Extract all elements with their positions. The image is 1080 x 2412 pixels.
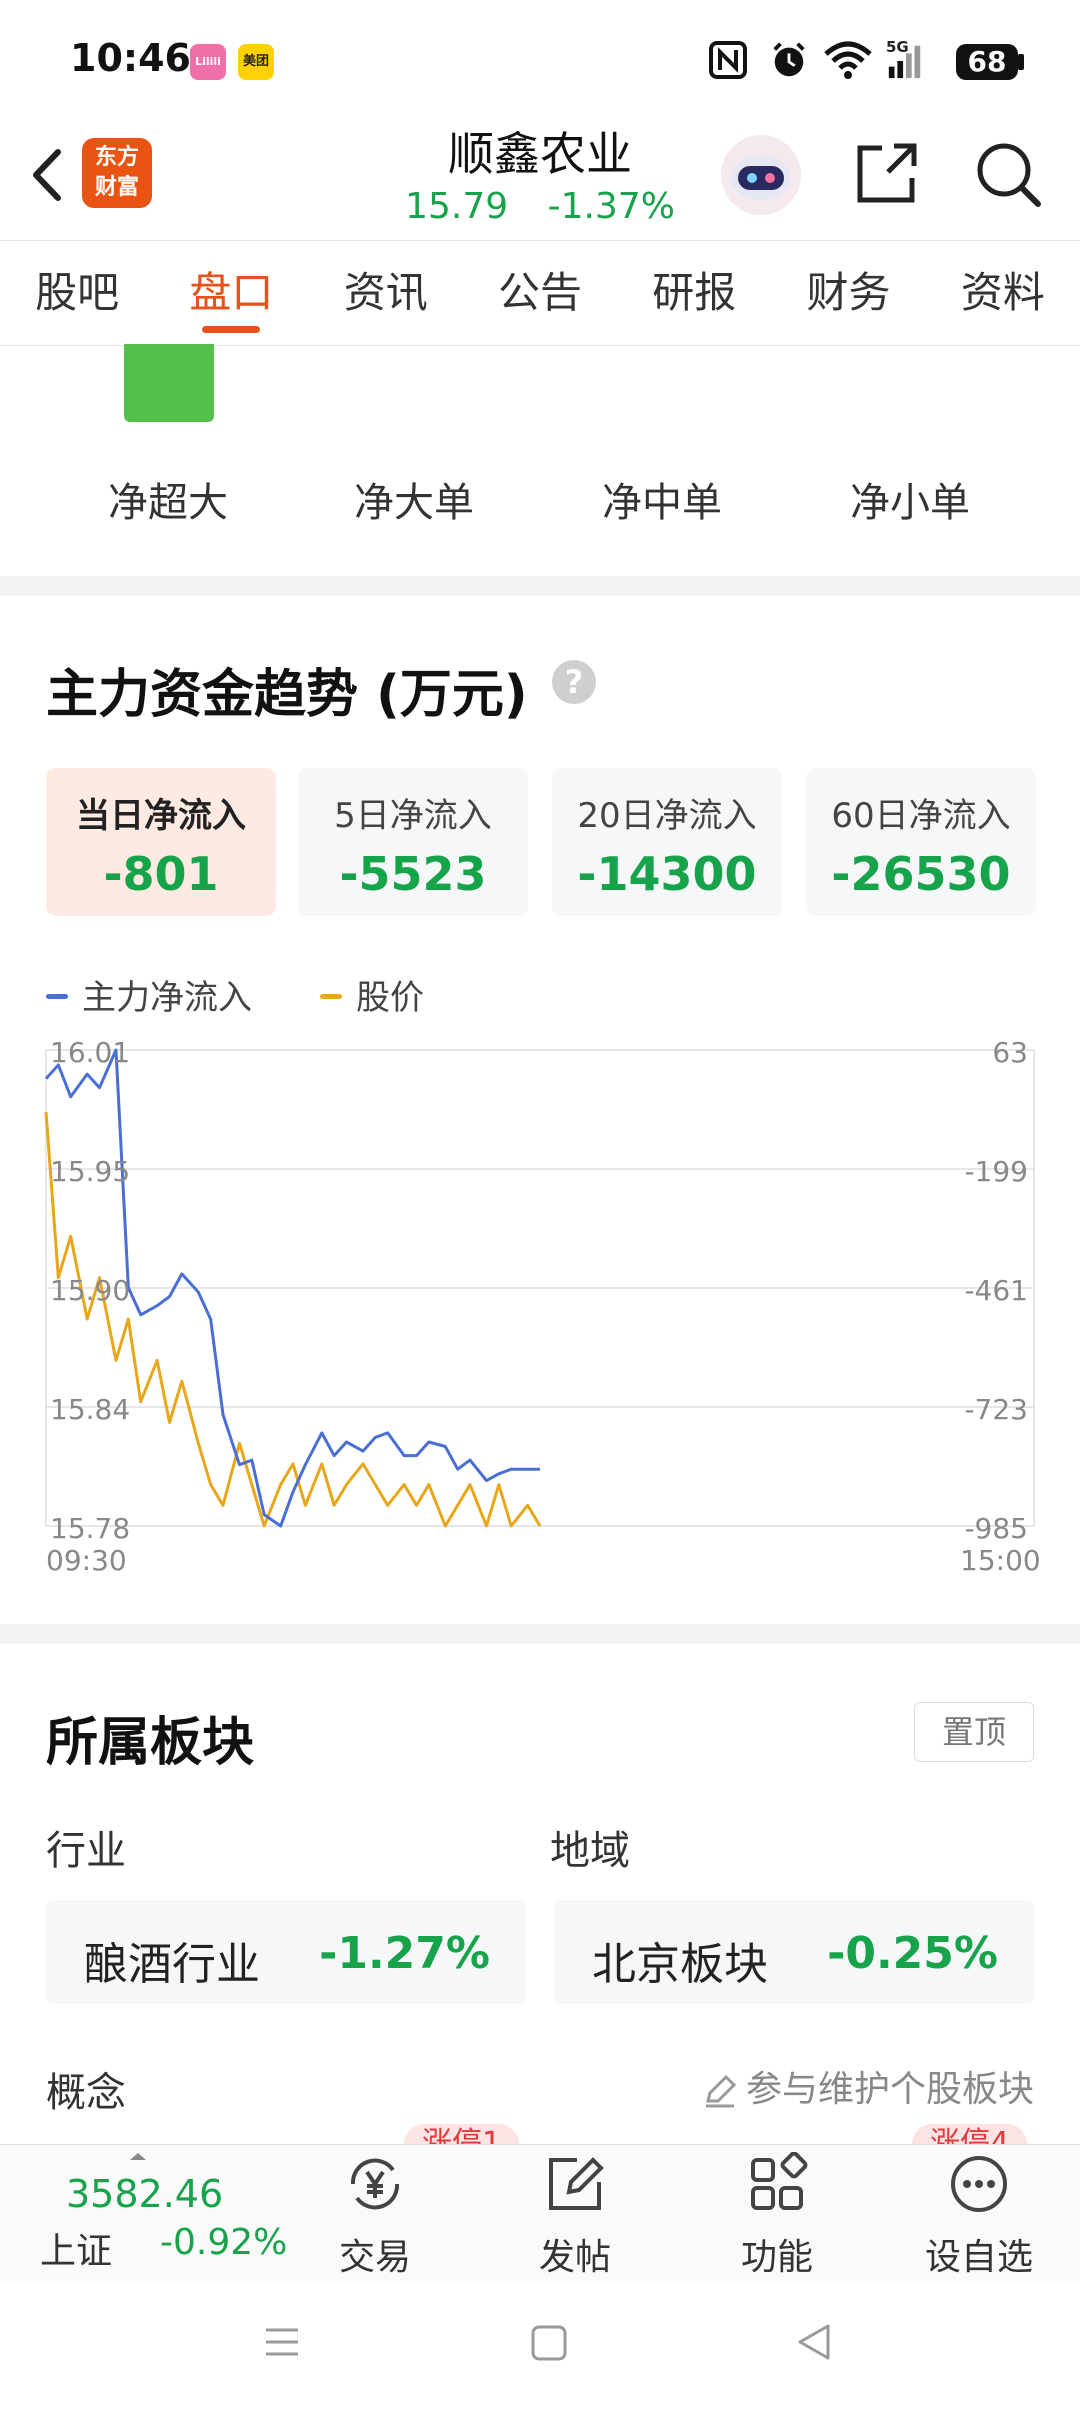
legend-label: 股价 (356, 978, 424, 1018)
help-icon[interactable]: ? (552, 660, 596, 704)
x-tick-start: 09:30 (46, 1544, 127, 1577)
yen-trade-icon (350, 2158, 400, 2210)
sh-index-name: 上证 (40, 2231, 113, 2272)
y-left-tick: 15.78 (50, 1512, 130, 1545)
region-sector-card[interactable]: 北京板块 -0.25% (554, 1900, 1034, 2004)
nav-functions-label: 功能 (740, 2237, 813, 2278)
wifi-icon (824, 41, 872, 79)
nav-post-label: 发帖 (538, 2237, 611, 2278)
nav-trade[interactable]: 交易 (300, 2152, 450, 2280)
period-label: 当日净流入 (76, 796, 246, 836)
system-back-icon[interactable] (794, 2322, 834, 2362)
industry-name: 酿酒行业 (84, 1939, 260, 1990)
signal-icon (888, 45, 921, 79)
battery-icon: 68 (956, 44, 1018, 80)
industry-sector-card[interactable]: 酿酒行业 -1.27% (46, 1900, 526, 2004)
period-card-today[interactable]: 当日净流入 -801 (46, 768, 276, 916)
legend-swatch-blue (46, 994, 68, 999)
pin-top-button[interactable]: 置顶 (914, 1702, 1034, 1762)
grid-apps-icon (751, 2151, 808, 2210)
main-flow-title: 主力资金趋势 (万元) (46, 665, 528, 725)
nav-functions[interactable]: 功能 (702, 2151, 852, 2280)
tab-profile[interactable]: 资料 (926, 241, 1080, 345)
nfc-icon (709, 41, 747, 79)
section-divider (0, 1624, 1080, 1644)
industry-label: 行业 (46, 1828, 126, 1874)
tab-research[interactable]: 研报 (617, 241, 771, 345)
y-left-tick: 15.84 (50, 1393, 130, 1426)
period-card-5d[interactable]: 5日净流入 -5523 (298, 768, 528, 916)
legend-label: 主力净流入 (82, 978, 252, 1018)
legend-main-flow: 主力净流入 (46, 970, 252, 1019)
flow-label-large: 净大单 (354, 480, 474, 526)
edit-pencil-icon (705, 2074, 737, 2108)
menu-icon[interactable] (262, 2322, 302, 2362)
y-right-tick: -723 (964, 1393, 1028, 1426)
flow-trend-chart: 16.01 63 15.95 -199 15.90 -461 15.84 -723 15.78 -… (44, 1036, 1035, 1545)
y-right-tick: -985 (964, 1512, 1028, 1545)
super-large-flow-bar (124, 344, 214, 422)
maintain-sectors-link[interactable]: 参与维护个股板块 (702, 2060, 1034, 2112)
nav-add-watchlist[interactable]: 设自选 (904, 2152, 1054, 2280)
region-change: -0.25% (827, 1928, 998, 1979)
tab-finance[interactable]: 财务 (771, 241, 925, 345)
concept-label: 概念 (46, 2070, 126, 2116)
y-left-tick: 15.90 (50, 1274, 130, 1307)
legend-price: 股价 (320, 970, 424, 1019)
x-tick-end: 15:00 (960, 1544, 1041, 1577)
period-label: 5日净流入 (334, 796, 492, 836)
share-icon[interactable] (852, 140, 920, 208)
sh-index-value[interactable]: 3582.46 (66, 2172, 223, 2216)
y-right-tick: -461 (964, 1274, 1028, 1307)
sectors-title: 所属板块 (46, 1713, 255, 1773)
y-left-tick: 15.95 (50, 1155, 130, 1188)
meituan-notification-icon: 美团 (238, 44, 274, 80)
tab-bar: 股吧 盘口 资讯 公告 研报 财务 资料 (0, 240, 1080, 346)
nav-trade-label: 交易 (338, 2237, 411, 2278)
nav-post[interactable]: 发帖 (500, 2152, 650, 2280)
nav-add-watchlist-label: 设自选 (924, 2237, 1033, 2278)
sh-index-change: -0.92% (160, 2222, 288, 2263)
tab-announcements[interactable]: 公告 (463, 241, 617, 345)
more-dots-icon (951, 2156, 1007, 2212)
period-value: -26530 (831, 847, 1011, 901)
flow-label-medium: 净中单 (602, 480, 722, 526)
period-value: -14300 (577, 847, 757, 901)
period-card-20d[interactable]: 20日净流入 -14300 (552, 768, 782, 916)
period-value: -801 (103, 847, 219, 901)
status-time: 10:46 (70, 36, 191, 80)
y-left-tick: 16.01 (50, 1036, 130, 1069)
stock-price: 15.79 (405, 186, 509, 227)
period-card-60d[interactable]: 60日净流入 -26530 (806, 768, 1036, 916)
tab-news[interactable]: 资讯 (309, 241, 463, 345)
section-divider (0, 576, 1080, 596)
maintain-label: 参与维护个股板块 (745, 2069, 1034, 2110)
industry-change: -1.27% (319, 1928, 490, 1979)
battery-level: 68 (967, 45, 1007, 78)
home-icon[interactable] (530, 2324, 568, 2362)
period-label: 20日净流入 (577, 796, 757, 836)
app-notification-icon: Lilili (190, 44, 226, 80)
system-nav-bar (0, 2282, 1080, 2412)
period-value: -5523 (339, 847, 487, 901)
region-label: 地域 (550, 1828, 630, 1874)
robot-assistant-icon[interactable] (716, 130, 806, 220)
tab-pankou[interactable]: 盘口 (154, 241, 308, 345)
expand-up-icon[interactable] (128, 2150, 148, 2162)
y-right-tick: 63 (992, 1036, 1028, 1069)
legend-swatch-orange (320, 994, 342, 999)
flow-label-super-large: 净超大 (108, 480, 228, 526)
region-name: 北京板块 (592, 1939, 768, 1990)
stock-change: -1.37% (547, 186, 675, 227)
tab-guba[interactable]: 股吧 (0, 241, 154, 345)
period-label: 60日净流入 (831, 796, 1011, 836)
edit-post-icon (549, 2157, 604, 2210)
alarm-icon (773, 42, 805, 77)
flow-label-small: 净小单 (850, 480, 970, 526)
y-right-tick: -199 (964, 1155, 1028, 1188)
battery-tip (1018, 54, 1024, 70)
search-icon[interactable] (972, 138, 1044, 210)
